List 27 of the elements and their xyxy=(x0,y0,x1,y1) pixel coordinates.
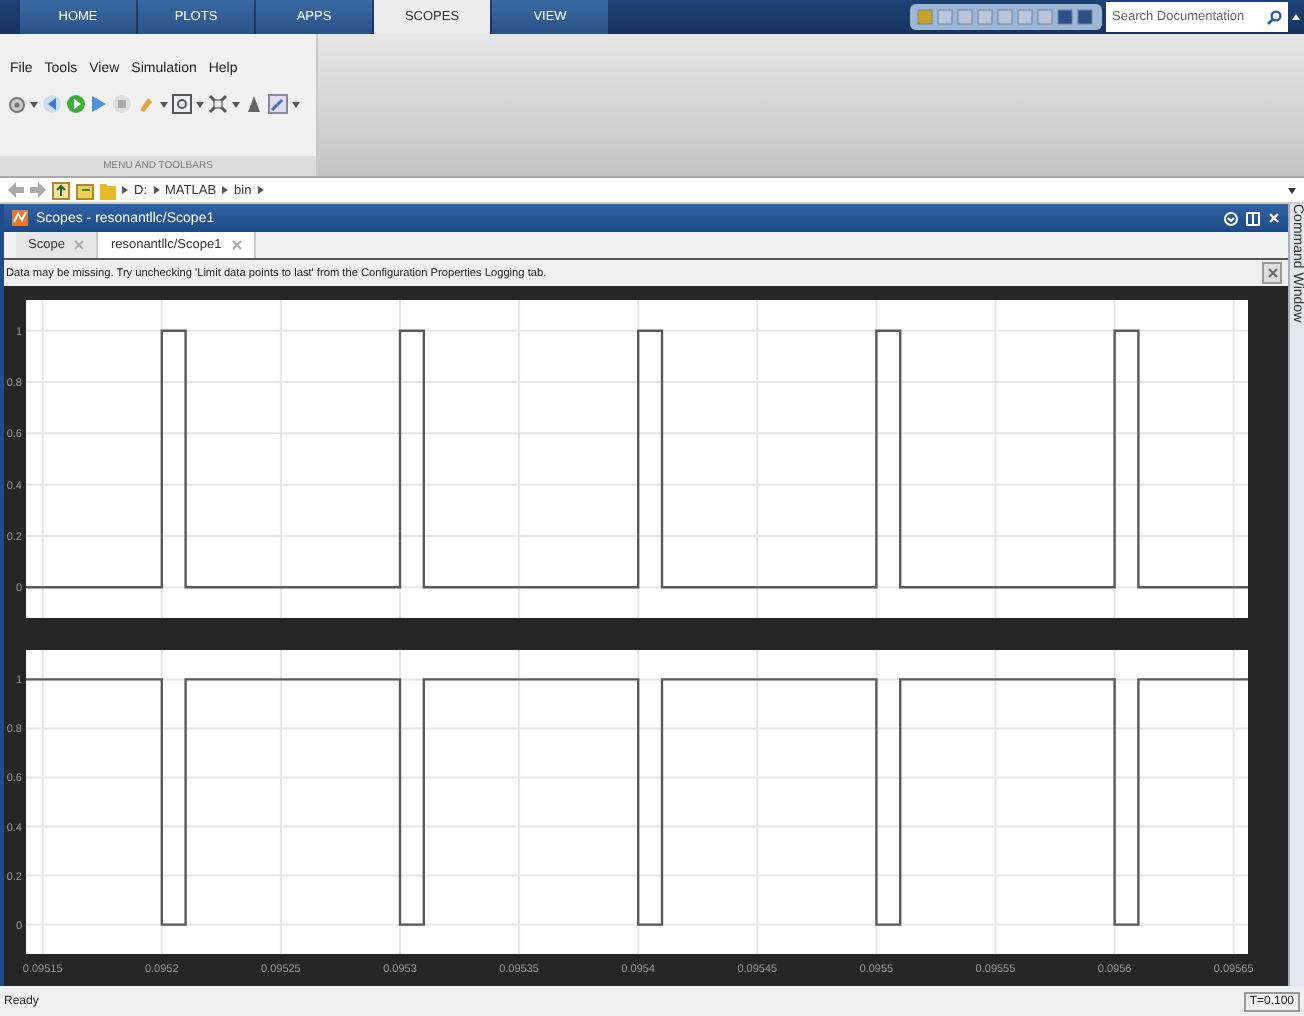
gear-icon[interactable] xyxy=(8,95,26,113)
browse-folder-icon[interactable] xyxy=(76,181,94,199)
folder-icon xyxy=(100,181,116,199)
search-icon[interactable] xyxy=(1260,2,1288,32)
caret-icon[interactable] xyxy=(160,101,168,107)
run-icon[interactable] xyxy=(66,94,86,114)
breadcrumb-arrow-icon[interactable] xyxy=(222,186,229,194)
breadcrumb-arrow-icon[interactable] xyxy=(257,186,264,194)
caret-icon[interactable] xyxy=(196,101,204,107)
scale-axes-icon[interactable] xyxy=(208,94,228,114)
close-message-button[interactable] xyxy=(1262,262,1282,284)
breadcrumb-arrow-icon[interactable] xyxy=(153,186,159,194)
scope-app-icon xyxy=(12,210,28,226)
pencil-icon[interactable] xyxy=(268,94,288,114)
close-icon[interactable] xyxy=(1267,268,1277,278)
undock-icon[interactable] xyxy=(1246,211,1260,225)
caret-icon[interactable] xyxy=(232,101,240,107)
zoom-icon[interactable] xyxy=(172,94,192,114)
caret-icon[interactable] xyxy=(30,101,38,107)
dropdown-caret-icon[interactable] xyxy=(1288,187,1296,193)
quick-access-drawing[interactable] xyxy=(910,4,1102,30)
caret-icon[interactable] xyxy=(292,101,300,107)
step-back-icon[interactable] xyxy=(42,94,62,114)
up-folder-icon[interactable] xyxy=(52,181,70,199)
breadcrumb-arrow-icon[interactable] xyxy=(122,186,128,194)
menu-circle-icon[interactable] xyxy=(1224,211,1238,225)
step-forward-icon[interactable] xyxy=(90,94,108,114)
